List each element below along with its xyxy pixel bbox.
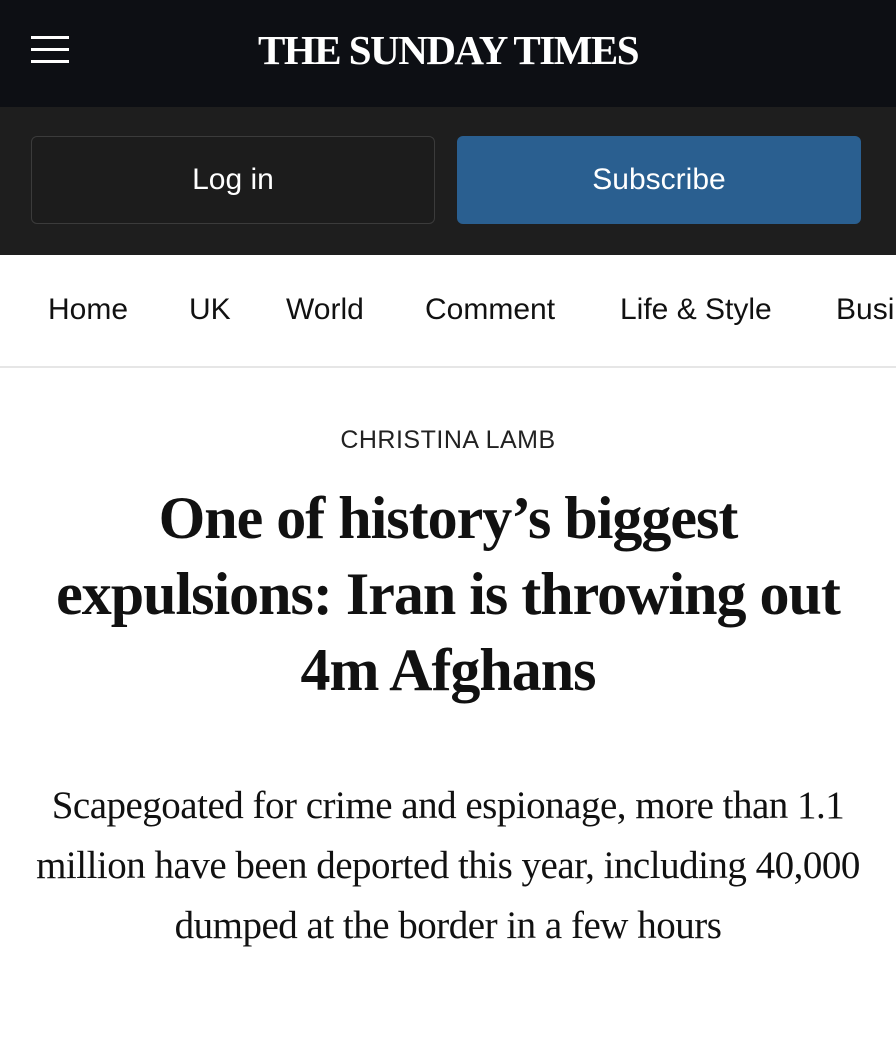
top-header: THE SUNDAY TIMES [0, 0, 896, 107]
nav-item-world[interactable]: World [286, 292, 364, 328]
nav-item-home[interactable]: Home [48, 292, 128, 328]
article-headline: One of history’s biggest expulsions: Ira… [56, 485, 841, 703]
nav-item-uk[interactable]: UK [189, 292, 231, 328]
nav-item-business[interactable]: Busi [836, 292, 894, 328]
author-byline[interactable]: CHRISTINA LAMB [0, 426, 896, 455]
nav-item-life-style[interactable]: Life & Style [620, 292, 772, 328]
site-logo[interactable]: THE SUNDAY TIMES [0, 26, 896, 74]
article-standfirst: Scapegoated for crime and espionage, mor… [36, 784, 860, 947]
section-nav: Home UK World Comment Life & Style Busi [0, 255, 896, 368]
subscribe-button[interactable]: Subscribe [457, 136, 861, 224]
auth-bar: Log in Subscribe [0, 107, 896, 255]
nav-item-comment[interactable]: Comment [425, 292, 555, 328]
login-button[interactable]: Log in [31, 136, 435, 224]
